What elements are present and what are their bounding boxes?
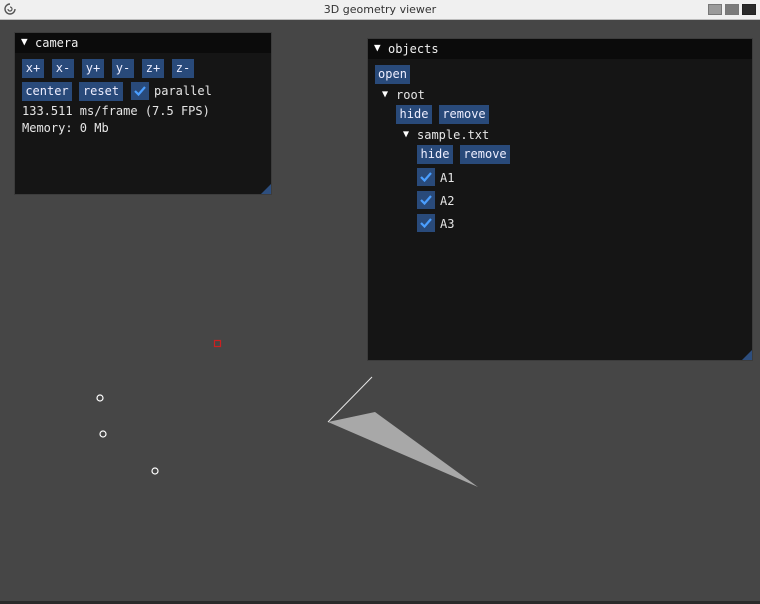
point-marker[interactable] <box>96 394 104 402</box>
collapse-arrow-icon[interactable]: ▼ <box>374 41 381 54</box>
item-label-a1: A1 <box>440 171 455 185</box>
resize-grip[interactable] <box>261 184 271 194</box>
root-remove-button[interactable]: remove <box>439 105 489 124</box>
window-title: 3D geometry viewer <box>323 3 437 16</box>
z-plus-button[interactable]: z+ <box>142 59 164 78</box>
frame-stats: 133.511 ms/frame (7.5 FPS) <box>22 104 210 118</box>
tree-expand-arrow-icon[interactable]: ▼ <box>382 89 388 100</box>
tree-node-sample-file[interactable]: sample.txt <box>417 128 489 142</box>
close-button[interactable] <box>742 4 756 15</box>
y-plus-button[interactable]: y+ <box>82 59 104 78</box>
center-button[interactable]: center <box>22 82 72 101</box>
item-label-a2: A2 <box>440 194 455 208</box>
selected-point-marker[interactable] <box>213 339 222 348</box>
item-label-a3: A3 <box>440 217 455 231</box>
x-plus-button[interactable]: x+ <box>22 59 44 78</box>
tree-expand-arrow-icon[interactable]: ▼ <box>403 129 409 140</box>
root-hide-button[interactable]: hide <box>396 105 432 124</box>
resize-grip[interactable] <box>742 350 752 360</box>
collapse-arrow-icon[interactable]: ▼ <box>21 35 28 48</box>
objects-panel-header[interactable]: ▼ objects <box>368 39 752 59</box>
item-checkbox-a1[interactable] <box>417 168 435 186</box>
x-minus-button[interactable]: x- <box>52 59 74 78</box>
check-icon <box>134 86 146 97</box>
triangle-face[interactable] <box>328 412 478 487</box>
window-titlebar: 3D geometry viewer <box>0 0 760 20</box>
camera-panel: ▼ camera x+ x- y+ y- z+ z- center reset … <box>14 32 272 195</box>
y-minus-button[interactable]: y- <box>112 59 134 78</box>
check-icon <box>420 218 432 229</box>
open-button[interactable]: open <box>375 65 410 84</box>
tree-node-root[interactable]: root <box>396 88 425 102</box>
maximize-button[interactable] <box>725 4 739 15</box>
memory-usage: Memory: 0 Mb <box>22 121 109 135</box>
file-hide-button[interactable]: hide <box>417 145 453 164</box>
check-icon <box>420 195 432 206</box>
z-minus-button[interactable]: z- <box>172 59 194 78</box>
item-checkbox-a2[interactable] <box>417 191 435 209</box>
point-marker[interactable] <box>151 467 159 475</box>
panel-title: camera <box>35 36 79 50</box>
point-marker[interactable] <box>99 430 107 438</box>
reset-button[interactable]: reset <box>79 82 123 101</box>
file-remove-button[interactable]: remove <box>460 145 510 164</box>
parallel-checkbox[interactable] <box>131 82 149 100</box>
item-checkbox-a3[interactable] <box>417 214 435 232</box>
panel-title: objects <box>388 42 439 56</box>
parallel-label: parallel <box>154 84 212 98</box>
objects-panel: ▼ objects open ▼ root hide remove ▼ samp… <box>367 38 753 361</box>
minimize-button[interactable] <box>708 4 722 15</box>
camera-panel-header[interactable]: ▼ camera <box>15 33 271 53</box>
check-icon <box>420 172 432 183</box>
